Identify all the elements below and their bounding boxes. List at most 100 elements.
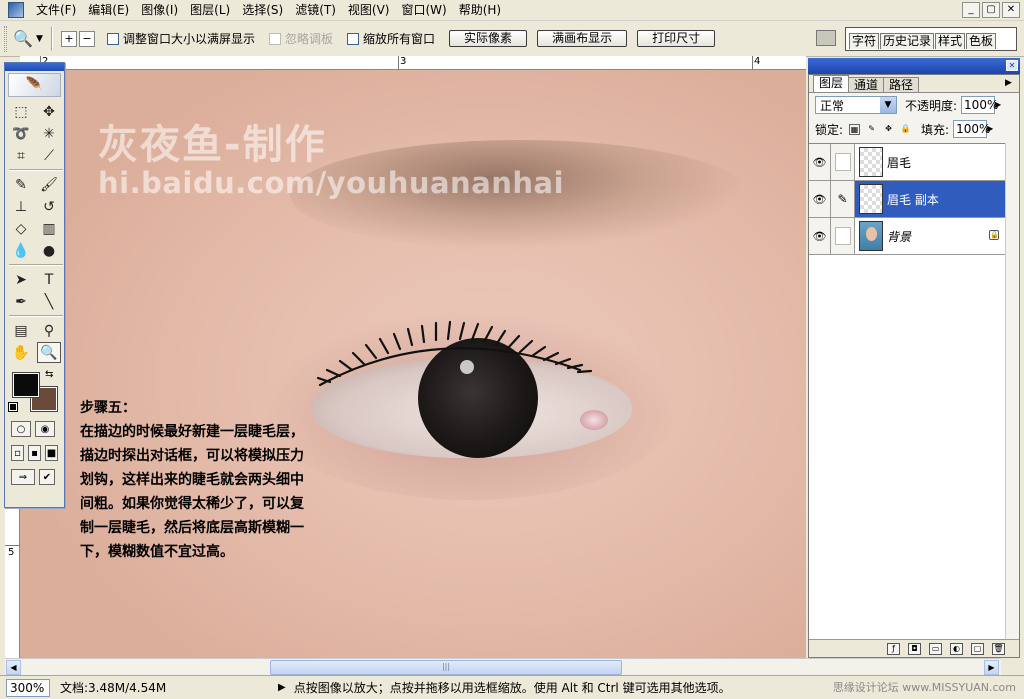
- tab-paths[interactable]: 路径: [883, 77, 920, 92]
- standard-mode-icon[interactable]: ○: [11, 421, 31, 437]
- eraser-tool-icon[interactable]: ◇: [9, 218, 33, 239]
- brush-tool-icon[interactable]: 🖌: [37, 174, 61, 195]
- default-colors-icon[interactable]: [8, 402, 18, 412]
- scroll-thumb[interactable]: |||: [270, 660, 622, 675]
- layer-thumbnail[interactable]: [859, 184, 883, 214]
- layer-name[interactable]: 眉毛 副本: [887, 191, 939, 208]
- close-icon[interactable]: ✕: [1006, 60, 1018, 71]
- layer-row[interactable]: 👁 背景 🔒: [809, 218, 1005, 255]
- swap-colors-icon[interactable]: ⇆: [45, 369, 53, 380]
- blur-tool-icon[interactable]: 💧: [9, 240, 33, 261]
- check-icon[interactable]: ✔: [39, 469, 55, 485]
- lock-transparency-icon[interactable]: ▦: [849, 123, 861, 135]
- trash-icon[interactable]: 🗑: [992, 642, 1005, 655]
- eye-icon[interactable]: 👁: [809, 144, 831, 180]
- marquee-tool-icon[interactable]: ⬚: [9, 101, 33, 122]
- zoom-all-windows-checkbox[interactable]: 缩放所有窗口: [347, 30, 435, 47]
- gradient-tool-icon[interactable]: ▥: [37, 218, 61, 239]
- healing-brush-tool-icon[interactable]: ✎: [9, 174, 33, 195]
- standard-screen-icon[interactable]: ▫: [11, 445, 24, 461]
- status-menu-arrow-icon[interactable]: ▶: [278, 682, 286, 693]
- blend-mode-select[interactable]: 正常 ▼: [815, 96, 897, 114]
- horizontal-scrollbar[interactable]: ◀ ||| ▶: [5, 658, 1001, 675]
- new-layer-icon[interactable]: ▢: [971, 642, 984, 655]
- menu-view[interactable]: 视图(V): [342, 0, 396, 20]
- eye-icon[interactable]: 👁: [809, 181, 831, 217]
- lasso-tool-icon[interactable]: ➰: [9, 123, 33, 144]
- chevron-down-icon[interactable]: ▼: [880, 97, 896, 113]
- hand-tool-icon[interactable]: ✋: [9, 342, 33, 363]
- fill-input[interactable]: 100%: [953, 120, 990, 138]
- well-tab-history[interactable]: 历史记录: [880, 33, 935, 49]
- quick-mask-mode-icon[interactable]: ◉: [35, 421, 55, 437]
- eye-icon[interactable]: 👁: [809, 218, 831, 254]
- well-tab-character[interactable]: 字符: [849, 33, 880, 49]
- layer-thumbnail[interactable]: [859, 147, 883, 177]
- new-set-icon[interactable]: ▭: [929, 642, 942, 655]
- panel-menu-icon[interactable]: ▶: [1005, 78, 1015, 88]
- fill-slider-arrow-icon[interactable]: ▶: [987, 120, 997, 138]
- resize-windows-checkbox[interactable]: 调整窗口大小以满屏显示: [107, 30, 255, 47]
- zoom-out-button[interactable]: −: [79, 30, 95, 47]
- app-icon[interactable]: [8, 2, 24, 18]
- dodge-tool-icon[interactable]: ●: [37, 240, 61, 261]
- menu-file[interactable]: 文件(F): [30, 0, 82, 20]
- tab-channels[interactable]: 通道: [848, 77, 885, 92]
- move-tool-icon[interactable]: ✥: [37, 101, 61, 122]
- lock-all-icon[interactable]: 🔒: [900, 124, 911, 135]
- minimize-button[interactable]: _: [962, 2, 980, 18]
- opacity-input[interactable]: 100%: [961, 96, 998, 114]
- checkbox-box[interactable]: [107, 32, 119, 45]
- lock-brush-icon[interactable]: ✎: [866, 124, 877, 135]
- slice-tool-icon[interactable]: ⟋: [37, 145, 61, 166]
- restore-button[interactable]: ▢: [982, 2, 1000, 18]
- well-tab-swatches[interactable]: 色板: [966, 33, 997, 49]
- brush-icon[interactable]: ✎: [831, 181, 855, 217]
- menu-filter[interactable]: 滤镜(T): [289, 0, 342, 20]
- layer-thumbnail[interactable]: [859, 221, 883, 251]
- crop-tool-icon[interactable]: ⌗: [9, 145, 33, 166]
- actual-pixels-button[interactable]: 实际像素: [449, 30, 528, 47]
- lock-move-icon[interactable]: ✥: [883, 124, 894, 135]
- file-browser-icon[interactable]: [816, 30, 836, 46]
- layer-name[interactable]: 背景: [887, 228, 911, 245]
- feather-logo-icon[interactable]: 🪶: [8, 73, 61, 97]
- toolbox-title-bar[interactable]: [5, 63, 64, 71]
- eyedropper-tool-icon[interactable]: ⚲: [37, 320, 61, 341]
- fit-on-screen-button[interactable]: 满画布显示: [537, 30, 628, 47]
- clone-stamp-tool-icon[interactable]: ⊥: [9, 196, 33, 217]
- foreground-color-swatch[interactable]: [12, 372, 40, 398]
- menu-layer[interactable]: 图层(L): [184, 0, 236, 20]
- layers-scrollbar[interactable]: [1005, 143, 1019, 639]
- options-grip[interactable]: [4, 25, 7, 52]
- layer-link-cell[interactable]: [831, 144, 855, 180]
- pen-tool-icon[interactable]: ✒: [9, 291, 33, 312]
- layers-panel-titlebar[interactable]: ✕: [808, 58, 1020, 74]
- scroll-right-icon[interactable]: ▶: [984, 660, 999, 675]
- print-size-button[interactable]: 打印尺寸: [637, 30, 716, 47]
- scroll-left-icon[interactable]: ◀: [6, 660, 21, 675]
- layer-name[interactable]: 眉毛: [887, 154, 911, 171]
- document-size[interactable]: 文档:3.48M/4.54M: [60, 679, 270, 696]
- notes-tool-icon[interactable]: ▤: [9, 320, 33, 341]
- close-button[interactable]: ✕: [1002, 2, 1020, 18]
- full-screen-menu-icon[interactable]: ▪: [28, 445, 41, 461]
- well-tab-styles[interactable]: 样式: [935, 33, 966, 49]
- line-tool-icon[interactable]: ╲: [37, 291, 61, 312]
- path-selection-tool-icon[interactable]: ➤: [9, 269, 33, 290]
- type-tool-icon[interactable]: T: [37, 269, 61, 290]
- tab-layers[interactable]: 图层: [813, 75, 850, 92]
- zoom-in-button[interactable]: +: [61, 30, 77, 47]
- zoom-tool-preset-icon[interactable]: 🔍 ▼: [13, 27, 43, 51]
- layer-row[interactable]: 👁 眉毛: [809, 144, 1005, 181]
- menu-select[interactable]: 选择(S): [236, 0, 289, 20]
- zoom-tool-icon[interactable]: 🔍: [37, 342, 61, 363]
- jump-to-imageready-icon[interactable]: ⇒: [11, 469, 35, 485]
- layer-link-cell[interactable]: [831, 218, 855, 254]
- menu-window[interactable]: 窗口(W): [395, 0, 452, 20]
- history-brush-tool-icon[interactable]: ↺: [37, 196, 61, 217]
- layer-row-selected[interactable]: 👁 ✎ 眉毛 副本: [809, 181, 1005, 218]
- full-screen-icon[interactable]: ■: [45, 445, 58, 461]
- adjustment-layer-icon[interactable]: ◐: [950, 642, 963, 655]
- zoom-level-input[interactable]: 300%: [6, 678, 50, 697]
